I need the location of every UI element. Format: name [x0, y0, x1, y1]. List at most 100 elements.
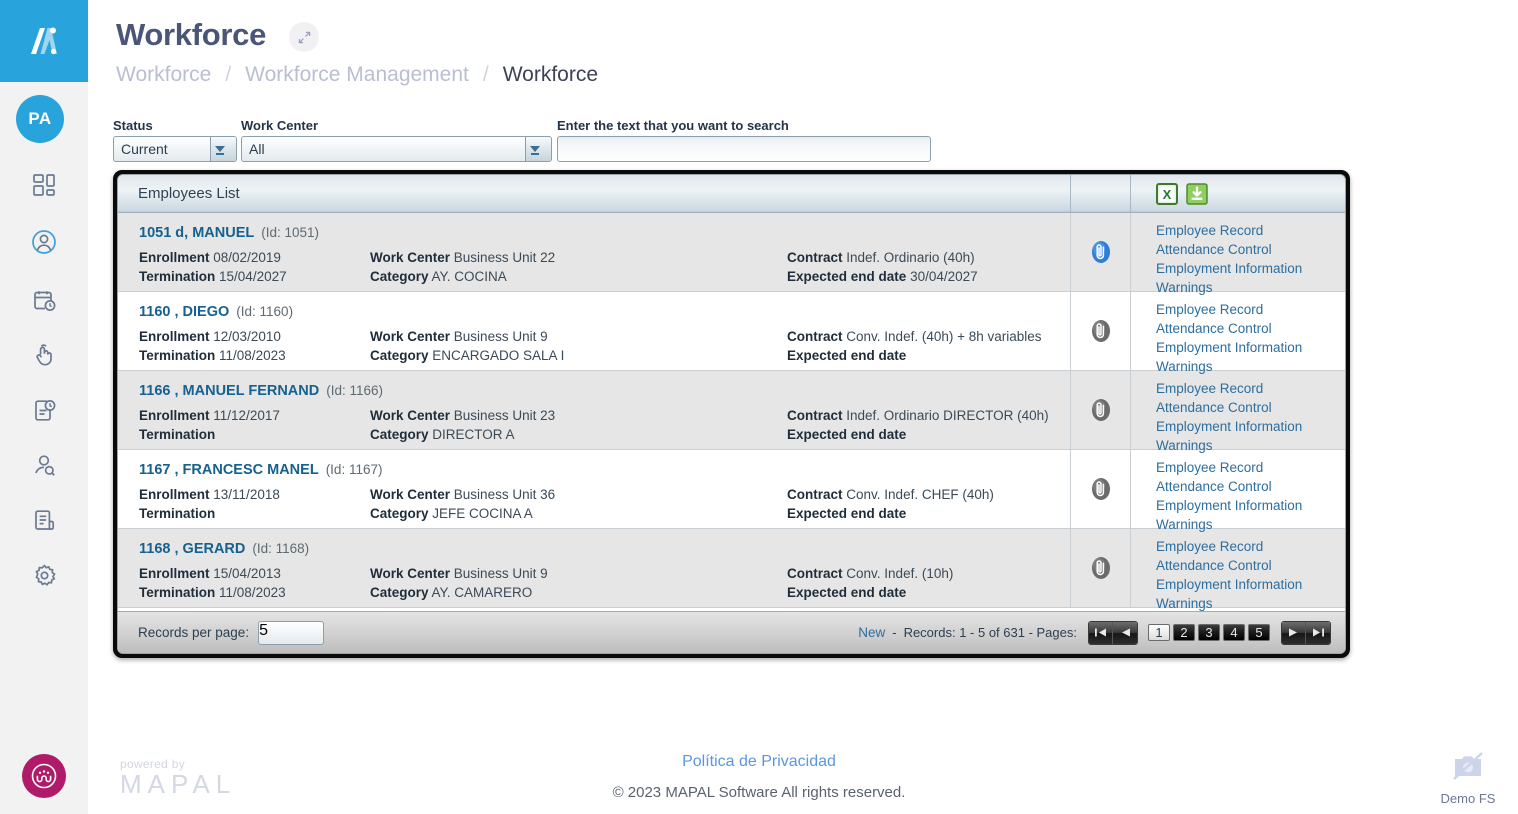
enrollment-line: Enrollment 08/02/2019	[139, 250, 281, 265]
breadcrumb-item-0[interactable]: Workforce	[116, 63, 211, 87]
search-label: Enter the text that you want to search	[557, 118, 789, 133]
attachment-cell[interactable]	[1070, 213, 1130, 291]
page-button-5[interactable]: 5	[1248, 624, 1270, 641]
contract-line: Contract Indef. Ordinario DIRECTOR (40h)	[787, 408, 1049, 423]
row-action-link-1[interactable]: Attendance Control	[1156, 240, 1345, 259]
breadcrumb-separator: /	[225, 63, 232, 86]
employee-id: (Id: 1160)	[236, 304, 294, 319]
employee-name-link[interactable]: 1051 d, MANUEL	[139, 225, 254, 241]
page-button-1[interactable]: 1	[1148, 624, 1170, 641]
sidebar-item-employee-search[interactable]	[22, 443, 66, 487]
breadcrumb-separator: /	[482, 63, 489, 86]
sidebar-item-schedule[interactable]	[22, 278, 66, 322]
contract-line: Contract Conv. Indef. (40h) + 8h variabl…	[787, 329, 1042, 344]
employee-name-link[interactable]: 1168 , GERARD	[139, 541, 245, 557]
employee-id: (Id: 1051)	[261, 225, 320, 240]
footer-center: Política de Privacidad © 2023 MAPAL Soft…	[0, 753, 1518, 801]
status-dropdown[interactable]: Current	[113, 136, 237, 162]
work-center-dropdown[interactable]: All	[241, 136, 552, 162]
pagination-controls: New - Records: 1 - 5 of 631 - Pages: 1 2…	[858, 620, 1331, 645]
grid-header-attachment-column	[1070, 175, 1130, 212]
row-actions-cell: Employee Record Attendance Control Employm…	[1130, 292, 1345, 374]
table-row[interactable]: 1051 d, MANUEL (Id: 1051) Enrollment 08/02…	[118, 213, 1345, 295]
excel-icon[interactable]: X	[1156, 182, 1178, 205]
search-input[interactable]	[557, 136, 931, 162]
avatar-initials: PA	[28, 109, 52, 128]
employee-id: (Id: 1167)	[325, 462, 383, 477]
table-row[interactable]: 1167 , FRANCESC MANEL (Id: 1167) Enrollmen…	[118, 450, 1345, 532]
table-row[interactable]: 1168 , GERARD (Id: 1168) Enrollment 15/04/…	[118, 529, 1345, 611]
expand-button[interactable]	[289, 22, 319, 52]
row-action-link-2[interactable]: Employment Information	[1156, 259, 1345, 278]
row-action-link-2[interactable]: Employment Information	[1156, 575, 1345, 594]
demo-fs-badge[interactable]: Demo FS	[1428, 750, 1508, 806]
row-action-link-1[interactable]: Attendance Control	[1156, 319, 1345, 338]
employee-name-link[interactable]: 1167 , FRANCESC MANEL	[139, 462, 319, 478]
grid-toolbar: X	[1130, 175, 1345, 212]
paperclip-icon	[1091, 557, 1110, 579]
records-per-page-dropdown[interactable]: 5	[258, 620, 325, 645]
enrollment-line: Enrollment 12/03/2010	[139, 329, 281, 344]
attachment-cell[interactable]	[1070, 529, 1130, 607]
privacy-policy-link[interactable]: Política de Privacidad	[0, 753, 1518, 771]
table-row[interactable]: 1160 , DIEGO (Id: 1160) Enrollment 12/03/2…	[118, 292, 1345, 374]
work-center-line: Work Center Business Unit 36	[370, 487, 556, 502]
row-action-link-1[interactable]: Attendance Control	[1156, 398, 1345, 417]
page-button-4[interactable]: 4	[1223, 624, 1245, 641]
first-page-icon	[1095, 628, 1106, 637]
sidebar: PA	[0, 0, 88, 814]
contract-column: Contract Indef. Ordinario (40h) Expected …	[787, 248, 978, 286]
sidebar-item-time-reports[interactable]	[22, 388, 66, 432]
sidebar-item-settings[interactable]	[22, 553, 66, 597]
row-action-link-0[interactable]: Employee Record	[1156, 458, 1345, 477]
row-action-link-2[interactable]: Employment Information	[1156, 496, 1345, 515]
row-action-link-2[interactable]: Employment Information	[1156, 338, 1345, 357]
enrollment-line: Enrollment 13/11/2018	[139, 487, 280, 502]
row-action-link-0[interactable]: Employee Record	[1156, 300, 1345, 319]
grid-footer: Records per page: 5 New - Records: 1 - 5…	[118, 611, 1345, 653]
gear-icon	[34, 563, 56, 586]
employee-name-link[interactable]: 1166 , MANUEL FERNAND	[139, 383, 319, 399]
table-row[interactable]: 1166 , MANUEL FERNAND (Id: 1166) Enrollmen…	[118, 371, 1345, 453]
expected-end-date-line: Expected end date 30/04/2027	[787, 269, 978, 284]
employee-id: (Id: 1168)	[252, 541, 310, 556]
attachment-cell[interactable]	[1070, 292, 1130, 370]
row-action-link-2[interactable]: Employment Information	[1156, 417, 1345, 436]
row-actions-cell: Employee Record Attendance Control Employm…	[1130, 529, 1345, 611]
last-page-button[interactable]	[1306, 621, 1330, 644]
brand-logo-tile[interactable]	[0, 0, 88, 82]
user-avatar[interactable]: PA	[16, 95, 64, 143]
row-action-link-3[interactable]: Warnings	[1156, 594, 1345, 611]
breadcrumb-item-1[interactable]: Workforce Management	[245, 63, 469, 87]
attachment-cell[interactable]	[1070, 450, 1130, 528]
row-action-link-1[interactable]: Attendance Control	[1156, 556, 1345, 575]
row-action-link-0[interactable]: Employee Record	[1156, 537, 1345, 556]
contract-line: Contract Conv. Indef. CHEF (40h)	[787, 487, 994, 502]
work-center-line: Work Center Business Unit 9	[370, 566, 548, 581]
sidebar-item-profile[interactable]	[22, 220, 66, 264]
new-record-link[interactable]: New	[858, 625, 885, 640]
category-line: Category JEFE COCINA A	[370, 506, 533, 521]
row-action-link-1[interactable]: Attendance Control	[1156, 477, 1345, 496]
employee-summary-cell: 1051 d, MANUEL (Id: 1051) Enrollment 08/02…	[118, 213, 1070, 291]
row-action-link-0[interactable]: Employee Record	[1156, 221, 1345, 240]
next-page-button[interactable]	[1282, 621, 1306, 644]
previous-page-button[interactable]	[1113, 621, 1137, 644]
attachment-cell[interactable]	[1070, 371, 1130, 449]
page-button-2[interactable]: 2	[1173, 624, 1195, 641]
download-icon[interactable]	[1186, 182, 1208, 205]
enrollment-line: Enrollment 11/12/2017	[139, 408, 280, 423]
row-action-link-0[interactable]: Employee Record	[1156, 379, 1345, 398]
employees-list: 1051 d, MANUEL (Id: 1051) Enrollment 08/02…	[118, 213, 1345, 611]
sidebar-item-documents[interactable]	[22, 498, 66, 542]
breadcrumb: Workforce / Workforce Management / Workf…	[116, 63, 598, 87]
employee-summary-cell: 1160 , DIEGO (Id: 1160) Enrollment 12/03/2…	[118, 292, 1070, 370]
page-button-3[interactable]: 3	[1198, 624, 1220, 641]
employee-summary-cell: 1167 , FRANCESC MANEL (Id: 1167) Enrollmen…	[118, 450, 1070, 528]
workcenter-column: Work Center Business Unit 9 Category AY. …	[370, 564, 548, 602]
employee-name-link[interactable]: 1160 , DIEGO	[139, 304, 229, 320]
sidebar-item-clocking[interactable]	[22, 333, 66, 377]
paperclip-icon	[1091, 478, 1110, 500]
sidebar-item-dashboard[interactable]	[22, 163, 66, 207]
first-page-button[interactable]	[1089, 621, 1113, 644]
